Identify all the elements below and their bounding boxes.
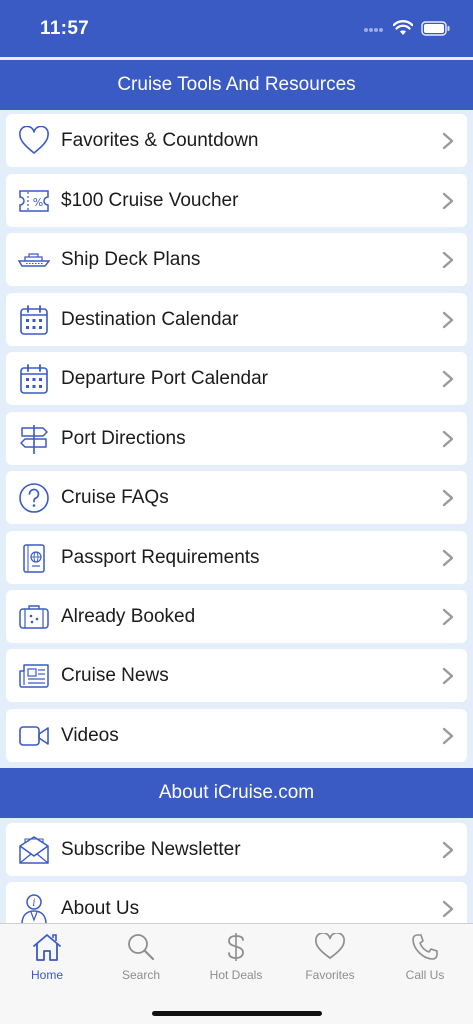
list-item-label: Subscribe Newsletter (61, 839, 241, 860)
ship-icon (17, 243, 51, 277)
list-item-label: Port Directions (61, 428, 186, 449)
list-item-label: $100 Cruise Voucher (61, 190, 239, 211)
chevron-right-icon (442, 727, 454, 745)
home-indicator (152, 1011, 322, 1016)
list-item-label: Cruise FAQs (61, 487, 169, 508)
header-divider (0, 57, 473, 59)
chevron-right-icon (442, 489, 454, 507)
status-bar: 11:57 (0, 0, 473, 58)
question-icon (17, 481, 51, 515)
chevron-right-icon (442, 841, 454, 859)
tab-label: Favorites (305, 968, 355, 982)
section-header-tools: Cruise Tools And Resources (0, 60, 473, 110)
list-item-destination-calendar[interactable]: Destination Calendar (6, 293, 467, 346)
signpost-icon (17, 422, 51, 456)
info-person-icon: i (17, 892, 51, 926)
chevron-right-icon (442, 430, 454, 448)
chevron-right-icon (442, 667, 454, 685)
section-header-about: About iCruise.com (0, 768, 473, 818)
search-icon (124, 930, 158, 964)
phone-icon (408, 930, 442, 964)
battery-icon (421, 20, 450, 36)
tab-bar: Home Search Hot Deals Favorites Call Us (0, 923, 473, 1024)
dollar-icon (219, 930, 253, 964)
status-indicators (363, 20, 451, 36)
signal-icon (364, 28, 383, 32)
list-item-cruise-voucher[interactable]: % $100 Cruise Voucher (6, 174, 467, 227)
tab-label: Search (121, 968, 161, 982)
tab-call-us[interactable]: Call Us (378, 930, 472, 990)
list-item-ship-deck-plans[interactable]: Ship Deck Plans (6, 233, 467, 286)
list-item-cruise-faqs[interactable]: Cruise FAQs (6, 471, 467, 524)
chevron-right-icon (442, 251, 454, 269)
tab-label: Call Us (405, 968, 445, 982)
list-item-favorites-countdown[interactable]: Favorites & Countdown (6, 114, 467, 167)
luggage-icon (17, 600, 51, 634)
list-item-videos[interactable]: Videos (6, 709, 467, 762)
list-item-label: Cruise News (61, 665, 169, 686)
svg-text:%: % (33, 196, 43, 209)
chevron-right-icon (442, 370, 454, 388)
chevron-right-icon (442, 608, 454, 626)
tab-label: Hot Deals (209, 968, 263, 982)
voucher-icon: % (17, 184, 51, 218)
home-icon (30, 930, 64, 964)
chevron-right-icon (442, 132, 454, 150)
list-item-label: Already Booked (61, 606, 196, 627)
list-item-passport-requirements[interactable]: Passport Requirements (6, 531, 467, 584)
heart-icon (313, 930, 347, 964)
chevron-right-icon (442, 192, 454, 210)
video-icon (17, 719, 51, 753)
calendar-icon (17, 303, 51, 337)
envelope-icon (17, 833, 51, 867)
newspaper-icon (17, 659, 51, 693)
list-item-label: Destination Calendar (61, 309, 239, 330)
calendar-icon (17, 362, 51, 396)
list-item-label: Departure Port Calendar (61, 368, 268, 389)
list-item-departure-port-calendar[interactable]: Departure Port Calendar (6, 352, 467, 405)
tab-favorites[interactable]: Favorites (283, 930, 377, 990)
chevron-right-icon (442, 311, 454, 329)
list-item-label: Videos (61, 725, 119, 746)
wifi-icon (393, 20, 413, 35)
list-item-label: Favorites & Countdown (61, 130, 259, 151)
passport-icon (17, 541, 51, 575)
tab-label: Home (30, 968, 63, 982)
list-item-subscribe-newsletter[interactable]: Subscribe Newsletter (6, 823, 467, 876)
status-time: 11:57 (40, 18, 90, 39)
tab-home[interactable]: Home (0, 930, 94, 990)
list-item-label: Ship Deck Plans (61, 249, 201, 270)
list-item-label: Passport Requirements (61, 547, 260, 568)
heart-icon (17, 124, 51, 158)
list-item-already-booked[interactable]: Already Booked (6, 590, 467, 643)
tab-search[interactable]: Search (94, 930, 188, 990)
chevron-right-icon (442, 900, 454, 918)
list-item-cruise-news[interactable]: Cruise News (6, 649, 467, 702)
chevron-right-icon (442, 549, 454, 567)
svg-text:i: i (32, 898, 35, 909)
list-item-port-directions[interactable]: Port Directions (6, 412, 467, 465)
tab-hot-deals[interactable]: Hot Deals (189, 930, 283, 990)
